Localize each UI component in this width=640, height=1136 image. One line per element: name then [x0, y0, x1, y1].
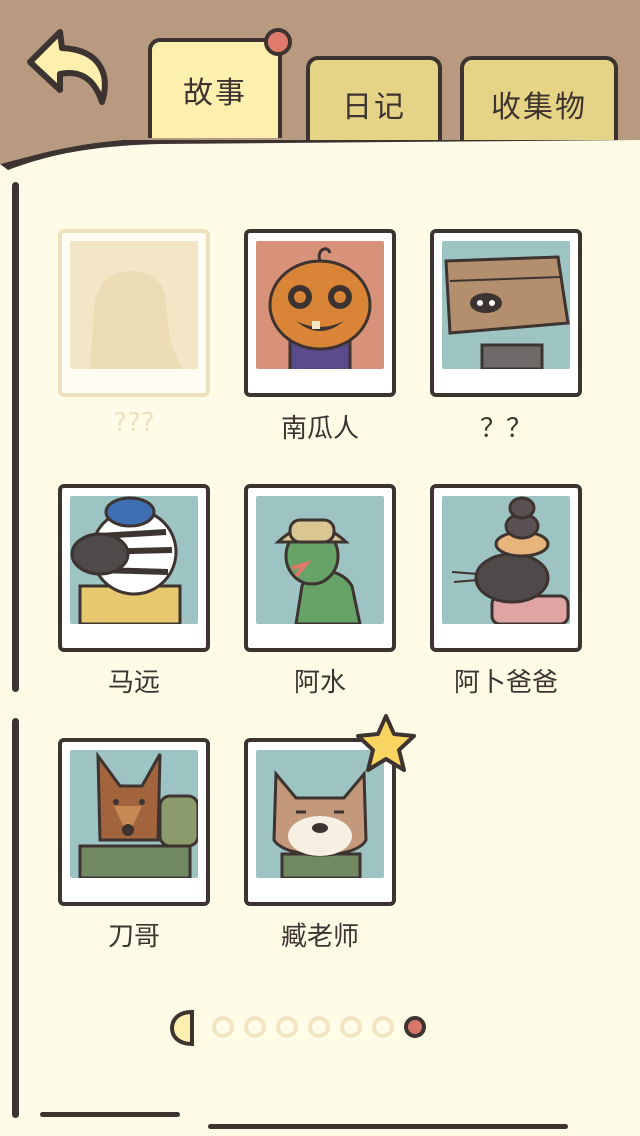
- page-bottom-line: [40, 1112, 180, 1117]
- page-dot[interactable]: [372, 1016, 394, 1038]
- character-card-frog[interactable]: [244, 484, 396, 652]
- back-arrow-icon[interactable]: [22, 26, 118, 112]
- unknown-silhouette-icon: [70, 241, 198, 369]
- zebra-icon: [70, 496, 198, 624]
- character-name: 阿水: [293, 668, 346, 698]
- page-spine-lower: [12, 718, 19, 1118]
- tab-diary[interactable]: 日记: [306, 56, 442, 140]
- character-name: ？？: [479, 414, 532, 444]
- tab-collection-label: 收集物: [491, 90, 587, 125]
- page-dot[interactable]: [340, 1016, 362, 1038]
- prev-page-arrow-icon[interactable]: [168, 1008, 196, 1048]
- page-top-edge: [0, 140, 640, 170]
- character-name: 刀哥: [107, 922, 160, 952]
- character-card-box-head[interactable]: [430, 229, 582, 397]
- tab-story[interactable]: 故事: [148, 28, 292, 138]
- tab-story-label: 故事: [183, 76, 247, 111]
- character-name: 马远: [107, 668, 160, 698]
- star-icon: [356, 714, 416, 772]
- box-head-icon: [442, 241, 570, 369]
- pumpkin-man-icon: [256, 241, 384, 369]
- notification-dot: [264, 28, 292, 56]
- page-dot[interactable]: [308, 1016, 330, 1038]
- top-bar: 故事 日记 收集物: [0, 0, 640, 160]
- page-spine-upper: [12, 182, 19, 692]
- character-name: ???: [113, 408, 155, 438]
- character-card-doberman[interactable]: [58, 738, 210, 906]
- page-dot[interactable]: [212, 1016, 234, 1038]
- page-dot-current[interactable]: [404, 1016, 426, 1038]
- stacked-rats-icon: [442, 496, 570, 624]
- character-card-rats[interactable]: [430, 484, 582, 652]
- pagination: [0, 1004, 640, 1048]
- page-bottom-line: [208, 1124, 568, 1129]
- page-dot[interactable]: [276, 1016, 298, 1038]
- page-dot[interactable]: [244, 1016, 266, 1038]
- character-name: 南瓜人: [280, 414, 359, 444]
- doberman-icon: [70, 750, 198, 878]
- tab-collection[interactable]: 收集物: [460, 56, 618, 140]
- frog-with-hat-icon: [256, 496, 384, 624]
- character-card-locked[interactable]: [58, 229, 210, 397]
- tab-diary-label: 日记: [342, 90, 406, 125]
- character-card-zebra[interactable]: [58, 484, 210, 652]
- character-card-pumpkin-man[interactable]: [244, 229, 396, 397]
- character-name: 阿卜爸爸: [453, 668, 558, 698]
- character-name: 臧老师: [280, 922, 359, 952]
